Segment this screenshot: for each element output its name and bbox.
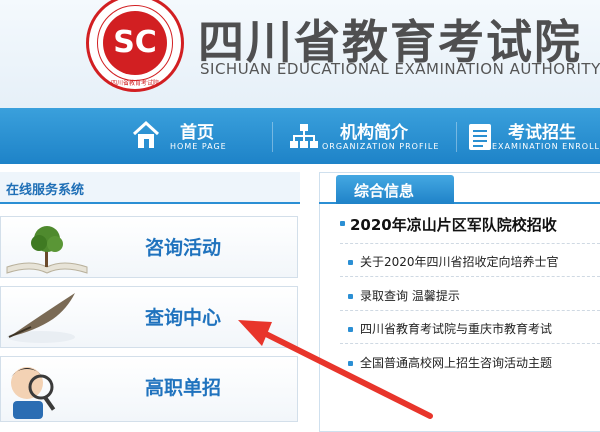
news-divider <box>340 243 600 244</box>
home-icon <box>132 120 160 148</box>
site-header: SC 四川省教育考试院 四川省教育考试院 SICHUAN EDUCATIONAL… <box>0 0 600 108</box>
sidebar-header: 在线服务系统 <box>0 172 300 204</box>
sidebar-item-consultation[interactable]: 咨询活动 <box>0 216 298 278</box>
news-headline[interactable]: 2020年凉山片区军队院校招收 <box>340 214 557 235</box>
nav-item-home[interactable]: 首页 HOME PAGE <box>132 108 272 164</box>
news-divider <box>340 343 600 344</box>
nav-label: 考试招生 <box>508 123 576 143</box>
news-bullet <box>348 327 353 332</box>
logo-text: 四川省教育考试院 <box>110 80 159 87</box>
sidebar-item-query-center[interactable]: 查询中心 <box>0 286 298 348</box>
logo-mark: SC <box>113 25 157 60</box>
news-divider <box>340 276 600 277</box>
tree-book-icon <box>6 226 88 274</box>
tab-label: 综合信息 <box>354 182 415 200</box>
news-divider <box>340 310 600 311</box>
list-icon <box>469 124 491 150</box>
sidebar-title: 在线服务系统 <box>6 183 85 198</box>
nav-divider <box>456 122 457 152</box>
news-bullet <box>348 294 353 299</box>
sidebar-item-label: 查询中心 <box>145 307 222 329</box>
nav-item-organization[interactable]: 机构简介 ORGANIZATION PROFILE <box>290 108 450 164</box>
list-item[interactable]: 四川省教育考试院与重庆市教育考试 <box>360 320 552 337</box>
nav-sublabel: ORGANIZATION PROFILE <box>322 142 440 151</box>
nav-item-exam-enroll[interactable]: 考试招生 EXAMINATION ENROLL <box>466 108 600 164</box>
news-bullet <box>348 361 353 366</box>
sidebar-item-label: 咨询活动 <box>145 237 222 259</box>
list-item[interactable]: 全国普通高校网上招生咨询活动主题 <box>360 354 552 371</box>
nav-label: 首页 <box>180 123 214 143</box>
quill-pen-icon <box>7 293 75 343</box>
tab-general-info[interactable]: 综合信息 <box>336 175 454 204</box>
site-logo[interactable]: SC 四川省教育考试院 <box>86 0 184 92</box>
list-item[interactable]: 关于2020年四川省招收定向培养士官 <box>360 253 559 270</box>
nav-label: 机构简介 <box>340 123 408 143</box>
nav-divider <box>272 122 273 152</box>
nav-sublabel: HOME PAGE <box>170 142 227 151</box>
sidebar-item-vocational-admission[interactable]: 高职单招 <box>0 356 298 422</box>
nav-sublabel: EXAMINATION ENROLL <box>492 142 600 151</box>
org-chart-icon <box>290 124 318 148</box>
sidebar-item-label: 高职单招 <box>145 377 222 399</box>
news-bullet <box>348 260 353 265</box>
magnifier-kid-icon <box>11 367 56 419</box>
site-subtitle: SICHUAN EDUCATIONAL EXAMINATION AUTHORIT… <box>200 60 600 78</box>
list-item[interactable]: 录取查询 温馨提示 <box>360 287 460 304</box>
main-nav: 首页 HOME PAGE 机构简介 ORGANIZATION PROFILE 考… <box>0 108 600 164</box>
